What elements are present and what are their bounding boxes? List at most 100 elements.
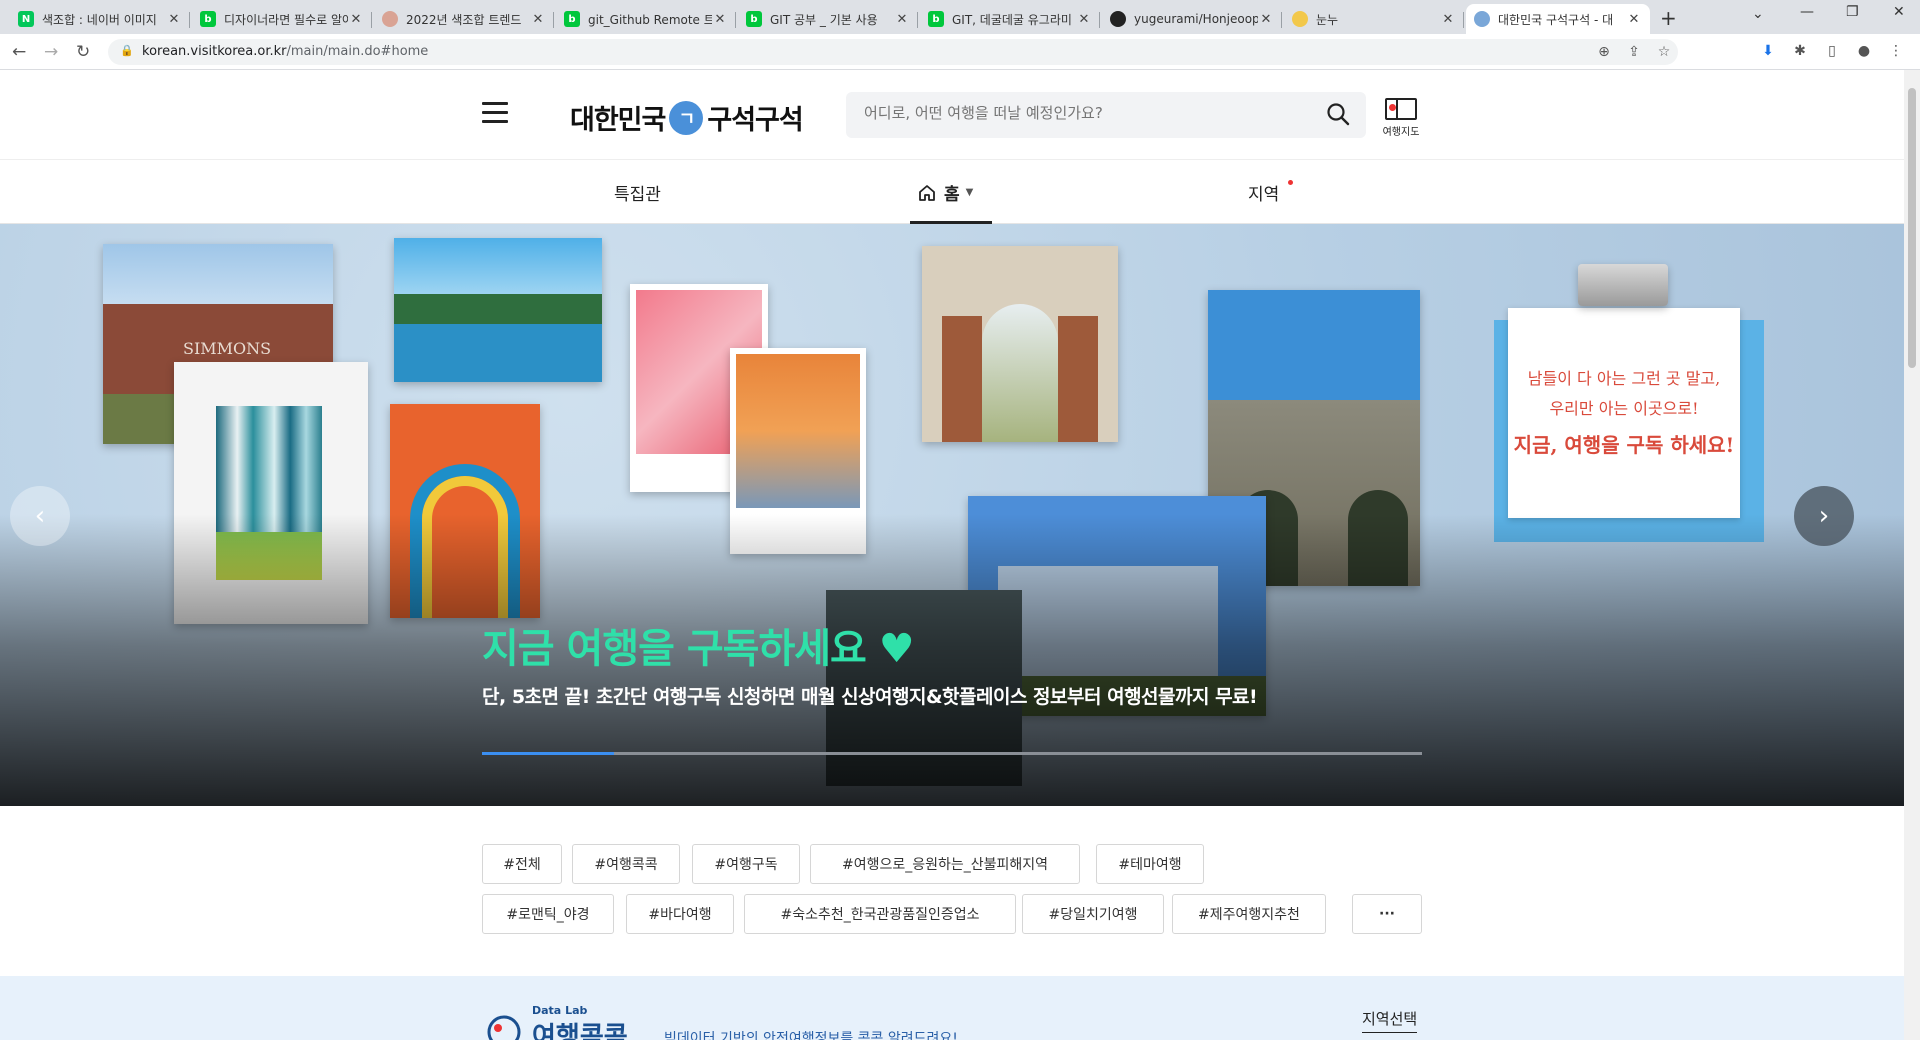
binder-clip-icon [1578, 264, 1668, 306]
slide-progress-fill [482, 752, 614, 755]
prev-slide-button[interactable]: ‹ [10, 486, 70, 546]
logo-text-right: 구석구석 [707, 105, 803, 136]
browser-tab[interactable]: b git_Github Remote 트 ✕ [556, 4, 736, 34]
hashtag[interactable]: #바다여행 [626, 894, 734, 934]
simmons-sign: SIMMONS [183, 339, 272, 358]
browser-tab[interactable]: 2022년 색조합 트렌드 ✕ [374, 4, 554, 34]
forward-icon[interactable]: → [44, 42, 58, 62]
chevron-left-icon: ‹ [34, 501, 46, 531]
address-toolbar: ← → ↻ 🔒 korean.visitkorea.or.kr/main/mai… [0, 34, 1920, 70]
hero-banner[interactable]: SIMMONS 남들이 다 아는 그런 곳 말고, 우리만 아는 이곳으로! 지… [0, 224, 1904, 806]
menu-kebab-icon[interactable]: ⋮ [1888, 43, 1904, 59]
hashtag[interactable]: #여행콕콕 [572, 844, 680, 884]
blog-favicon-icon: b [928, 11, 944, 27]
url-bar[interactable]: 🔒 korean.visitkorea.or.kr/main/main.do#h… [108, 39, 1678, 65]
browser-tab[interactable]: N 색조합 : 네이버 이미지 ✕ [10, 4, 190, 34]
maximize-icon[interactable]: ❐ [1846, 4, 1859, 20]
url-host: korean.visitkorea.or.kr [142, 44, 287, 59]
tab-label: GIT, 데굴데굴 유그라미 [952, 12, 1072, 27]
note-line-2: 우리만 아는 이곳으로! [1549, 399, 1699, 418]
side-panel-icon[interactable]: ▯ [1824, 43, 1840, 59]
slide-progress-bar [482, 752, 1422, 755]
note-line-1: 남들이 다 아는 그런 곳 말고, [1527, 369, 1721, 388]
nav-home-label: 홈 [944, 185, 960, 205]
close-tab-icon[interactable]: ✕ [1440, 12, 1456, 27]
close-tab-icon[interactable]: ✕ [1626, 12, 1642, 27]
naver-favicon-icon: N [18, 11, 34, 27]
tab-label: yugeurami/Honjeoop [1134, 12, 1258, 26]
main-nav: 특집관 홈 ▼ 지역 [0, 160, 1904, 224]
hashtag[interactable]: #여행구독 [692, 844, 800, 884]
browser-tab-active[interactable]: 대한민국 구석구석 - 대 ✕ [1466, 4, 1650, 34]
close-tab-icon[interactable]: ✕ [1258, 12, 1274, 27]
photo-pool [394, 238, 602, 382]
chevron-right-icon: › [1818, 501, 1830, 531]
tab-label: 눈누 [1316, 12, 1339, 27]
browser-tab[interactable]: yugeurami/Honjeoop ✕ [1102, 4, 1282, 34]
new-tab-icon[interactable]: + [1660, 6, 1677, 30]
hashtag[interactable]: #숙소추천_한국관광품질인증업소 [744, 894, 1016, 934]
more-tags-button[interactable]: ··· [1352, 894, 1422, 934]
bookmark-star-icon[interactable]: ☆ [1656, 44, 1672, 60]
download-icon[interactable]: ⬇ [1760, 43, 1776, 59]
close-tab-icon[interactable]: ✕ [894, 12, 910, 27]
search-icon[interactable] [1326, 102, 1350, 126]
blog-favicon-icon: b [200, 11, 216, 27]
lock-icon: 🔒 [120, 44, 134, 57]
share-icon[interactable]: ⇪ [1626, 44, 1642, 60]
close-tab-icon[interactable]: ✕ [712, 12, 728, 27]
page-scrollbar[interactable] [1904, 70, 1920, 1040]
region-select-link[interactable]: 지역선택 [1362, 1008, 1418, 1033]
travel-map-label: 여행지도 [1382, 127, 1420, 138]
browser-tab[interactable]: b 디자이너라면 필수로 알아야 ✕ [192, 4, 372, 34]
web-page: 대한민국 ㄱ 구석구석 여행지도 특집관 홈 ▼ 지역 [0, 70, 1904, 1040]
next-slide-button[interactable]: › [1794, 486, 1854, 546]
search-input[interactable] [864, 104, 1304, 122]
tab-search-icon[interactable]: ⌄ [1752, 6, 1764, 22]
close-tab-icon[interactable]: ✕ [166, 12, 182, 27]
minimize-icon[interactable]: — [1800, 4, 1814, 20]
travel-map-button[interactable]: 여행지도 [1378, 98, 1424, 138]
hashtag[interactable]: #제주여행지추천 [1172, 894, 1326, 934]
url-text: korean.visitkorea.or.kr/main/main.do#hom… [142, 44, 428, 59]
blog-favicon-icon: b [746, 11, 762, 27]
tab-label: 대한민국 구석구석 - 대 [1498, 12, 1614, 27]
hero-subtitle: 단, 5초면 끝! 초간단 여행구독 신청하면 매월 신상여행지&핫플레이스 정… [482, 686, 1258, 708]
github-favicon-icon [1110, 11, 1126, 27]
nav-item-region[interactable]: 지역 [1248, 180, 1279, 205]
close-tab-icon[interactable]: ✕ [348, 12, 364, 27]
hashtag-all[interactable]: #전체 [482, 844, 562, 884]
note-line-3: 지금, 여행을 구독 하세요! [1513, 433, 1735, 457]
site-header: 대한민국 ㄱ 구석구석 여행지도 [0, 70, 1904, 160]
browser-tab[interactable]: b GIT, 데굴데굴 유그라미 ✕ [920, 4, 1100, 34]
hero-title[interactable]: 지금 여행을 구독하세요 ♥ [482, 616, 915, 674]
datalab-section: Data Lab 여행콕콕 빅데이터 기반의 안전여행정보를 콕콕 알려드려요!… [0, 976, 1904, 1040]
hashtag[interactable]: #테마여행 [1096, 844, 1204, 884]
hamburger-menu-icon[interactable] [482, 102, 508, 124]
search-box[interactable] [846, 92, 1366, 138]
visitkorea-favicon-icon [1474, 11, 1490, 27]
close-tab-icon[interactable]: ✕ [1076, 12, 1092, 27]
close-tab-icon[interactable]: ✕ [530, 12, 546, 27]
hashtag[interactable]: #로맨틱_야경 [482, 894, 614, 934]
nav-item-special[interactable]: 특집관 [614, 180, 661, 205]
logo-mark-icon: ㄱ [669, 100, 704, 135]
hashtag[interactable]: #당일치기여행 [1022, 894, 1164, 934]
browser-tab[interactable]: b GIT 공부 _ 기본 사용 ✕ [738, 4, 918, 34]
datalab-logo-icon [487, 1015, 521, 1040]
tab-label: GIT 공부 _ 기본 사용 [770, 12, 878, 27]
translate-icon[interactable]: ⊕ [1596, 44, 1612, 60]
back-icon[interactable]: ← [12, 42, 26, 62]
home-icon [919, 184, 935, 201]
extensions-icon[interactable]: ✱ [1792, 43, 1808, 59]
profile-icon[interactable]: ● [1856, 43, 1872, 59]
reload-icon[interactable]: ↻ [76, 42, 90, 62]
hashtag[interactable]: #여행으로_응원하는_산불피해지역 [810, 844, 1080, 884]
close-window-icon[interactable]: ✕ [1893, 4, 1905, 20]
scrollbar-thumb[interactable] [1908, 88, 1916, 368]
nav-item-home[interactable]: 홈 ▼ [918, 180, 973, 205]
map-icon [1385, 98, 1417, 120]
browser-tab[interactable]: 눈누 ✕ [1284, 4, 1464, 34]
site-logo[interactable]: 대한민국 ㄱ 구석구석 [570, 98, 804, 137]
chevron-down-icon: ▼ [965, 187, 974, 198]
